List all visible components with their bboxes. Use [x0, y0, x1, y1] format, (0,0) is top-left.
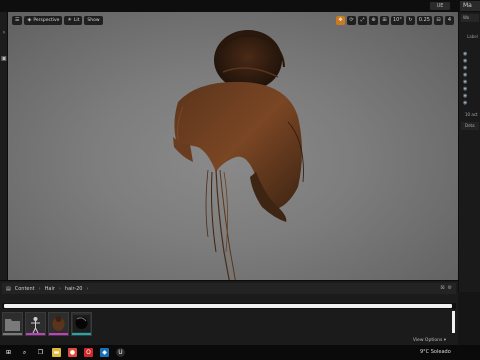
camera-speed-value[interactable]: 4 [445, 16, 454, 25]
window-tab[interactable]: Ma [460, 1, 480, 11]
start-icon[interactable]: ⊞ [4, 348, 13, 357]
opera-icon[interactable]: O [84, 348, 93, 357]
world-outliner-tab[interactable]: Wo [461, 14, 479, 22]
hair-groom-render [173, 30, 304, 280]
scale-snap-icon[interactable]: ↻ [405, 16, 415, 25]
perspective-label: Perspective [33, 18, 60, 23]
chevron-right-icon: › [58, 285, 61, 292]
weather-tray[interactable]: 9°C Soleado [420, 349, 451, 355]
grid-snap-icon[interactable]: ⊞ [379, 16, 389, 25]
settings-icon[interactable]: ⚙ [448, 285, 452, 291]
rotation-snap-value[interactable]: 10° [390, 16, 404, 25]
visibility-eye-icon[interactable]: ◉ [463, 59, 469, 64]
breadcrumb: ▤ Content › Hair › hair-20 › ⊠ ⚙ [2, 283, 456, 294]
rotate-tool-icon[interactable]: ⟳ [346, 16, 356, 25]
chrome-icon[interactable]: ● [68, 348, 77, 357]
panel-icon[interactable]: ▣ [1, 56, 7, 62]
windows-taskbar: ⊞ ⌕ ❐ ▬ ● O ◆ U 9°C Soleado [0, 345, 480, 360]
chevron-right-icon: › [86, 285, 89, 292]
outliner-label-header: Label [467, 34, 478, 39]
chevron-right-icon: › [38, 285, 41, 292]
file-explorer-icon[interactable]: ▬ [52, 348, 61, 357]
details-panel: Wo Label ◉ ◉ ◉ ◉ ◉ ◉ ◉ ◉ 10 act Deta [458, 12, 480, 292]
title-bar: UE Ma [0, 0, 480, 12]
viewport-toolbar-right: ✥ ⟳ ⤢ ⊕ ⊞ 10° ↻ 0.25 ⊟ 4 [335, 16, 454, 25]
scale-tool-icon[interactable]: ⤢ [357, 16, 367, 25]
asset-tile-texture[interactable] [71, 312, 92, 336]
lit-icon: ☀ [67, 17, 72, 23]
show-label: Show [87, 18, 100, 23]
perspective-button[interactable]: ◈ Perspective [24, 16, 63, 25]
search-icon[interactable]: ⌕ [20, 348, 29, 357]
breadcrumb-content[interactable]: Content [15, 286, 35, 292]
show-button[interactable]: Show [84, 16, 103, 25]
actor-count: 10 act [465, 112, 478, 117]
search-input[interactable] [2, 303, 456, 309]
visibility-eye-icon[interactable]: ◉ [463, 52, 469, 57]
folder-icon[interactable]: ▤ [6, 286, 11, 292]
breadcrumb-hair[interactable]: Hair [45, 286, 55, 292]
visibility-eye-icon[interactable]: ◉ [463, 101, 469, 106]
view-options-button[interactable]: View Options ▾ [413, 338, 446, 343]
world-space-icon[interactable]: ⊕ [368, 16, 378, 25]
content-browser: ▤ Content › Hair › hair-20 › ⊠ ⚙ View Op… [0, 280, 458, 345]
camera-speed-icon[interactable]: ⊟ [434, 16, 443, 25]
asset-tiles [2, 312, 92, 336]
viewport-toolbar-left: ☰ ◈ Perspective ☀ Lit Show [12, 16, 103, 25]
vertical-scrollbar[interactable] [452, 311, 455, 333]
viewport[interactable]: ☰ ◈ Perspective ☀ Lit Show ✥ ⟳ ⤢ ⊕ ⊞ 10° ↻… [8, 12, 458, 280]
asset-tile-folder[interactable] [2, 312, 23, 336]
scale-snap-value[interactable]: 0.25 [416, 16, 432, 25]
visibility-eye-icon[interactable]: ◉ [463, 73, 469, 78]
lit-label: Lit [73, 18, 80, 23]
app-icon[interactable]: ◆ [100, 348, 109, 357]
lock-icon[interactable]: ⊠ [440, 285, 444, 291]
menu-icon: ☰ [15, 17, 20, 23]
visibility-eye-icon[interactable]: ◉ [463, 66, 469, 71]
browser-controls: ⊠ ⚙ [440, 285, 452, 291]
viewport-menu-button[interactable]: ☰ [12, 16, 23, 25]
details-tab[interactable]: Deta [461, 122, 479, 130]
visibility-eye-icon[interactable]: ◉ [463, 87, 469, 92]
asset-tile-skeleton[interactable] [25, 312, 46, 336]
breadcrumb-hair-20[interactable]: hair-20 [65, 286, 83, 292]
ue-badge[interactable]: UE [430, 2, 450, 10]
lit-button[interactable]: ☀ Lit [64, 16, 83, 25]
perspective-icon: ◈ [27, 17, 32, 23]
visibility-eye-icon[interactable]: ◉ [463, 94, 469, 99]
asset-tile-groom[interactable] [48, 312, 69, 336]
chevron-right-icon[interactable]: › [1, 30, 7, 36]
ue-editor-window: UE Ma › ▣ ☰ ◈ Perspective ☀ Lit Show ✥ ⟳ ⤢… [0, 0, 480, 360]
unreal-icon[interactable]: U [116, 348, 125, 357]
left-rail: › ▣ [0, 12, 8, 280]
task-view-icon[interactable]: ❐ [36, 348, 45, 357]
visibility-eye-icon[interactable]: ◉ [463, 80, 469, 85]
